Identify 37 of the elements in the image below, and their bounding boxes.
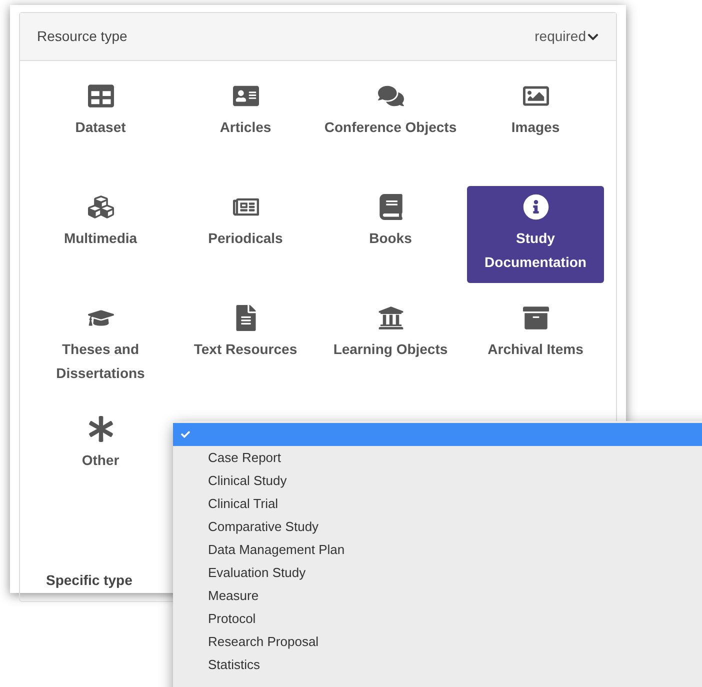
resource-type-option[interactable]: Dataset (32, 75, 169, 172)
resource-type-option[interactable]: Study Documentation (467, 186, 604, 283)
dropdown-option[interactable]: Protocol (173, 607, 702, 630)
dropdown-option[interactable]: Research Proposal (173, 630, 702, 653)
specific-type-label: Specific type (46, 572, 132, 588)
resource-type-option[interactable]: Images (467, 75, 604, 172)
building-icon (378, 305, 404, 331)
resource-type-option[interactable]: Conference Objects (322, 75, 459, 172)
resource-type-option[interactable]: Articles (177, 75, 314, 172)
resource-type-option[interactable]: Books (322, 186, 459, 283)
resource-type-option[interactable]: Multimedia (32, 186, 169, 283)
info-icon (522, 194, 548, 220)
archive-box-icon (522, 305, 548, 331)
resource-type-option[interactable]: Theses and Dissertations (32, 297, 169, 394)
resource-type-option[interactable]: Text Resources (177, 297, 314, 394)
dropdown-option[interactable]: Clinical Trial (173, 492, 702, 515)
resource-type-option[interactable]: Learning Objects (322, 297, 459, 394)
cubes-icon (88, 194, 114, 220)
dropdown-option[interactable]: Case Report (173, 446, 702, 469)
book-icon (378, 194, 404, 220)
panel-title: Resource type (37, 27, 128, 46)
table-icon (88, 83, 114, 109)
resource-type-option[interactable]: Archival Items (467, 297, 604, 394)
resource-type-option[interactable]: Periodicals (177, 186, 314, 283)
asterisk-icon (88, 416, 114, 442)
dropdown-option[interactable]: Comparative Study (173, 515, 702, 538)
dropdown-option[interactable]: Statistics (173, 653, 702, 676)
dropdown-option[interactable] (173, 423, 702, 446)
dropdown-option[interactable]: Clinical Study (173, 469, 702, 492)
id-card-icon (232, 83, 258, 109)
speech-bubbles-icon (378, 83, 404, 109)
required-toggle[interactable]: required (534, 26, 599, 47)
dropdown-option[interactable]: Evaluation Study (173, 561, 702, 584)
dropdown-option[interactable]: Data Management Plan (173, 538, 702, 561)
resource-type-option[interactable]: Other (32, 408, 169, 505)
dropdown-option[interactable]: Measure (173, 584, 702, 607)
checkmark-icon (181, 430, 190, 439)
